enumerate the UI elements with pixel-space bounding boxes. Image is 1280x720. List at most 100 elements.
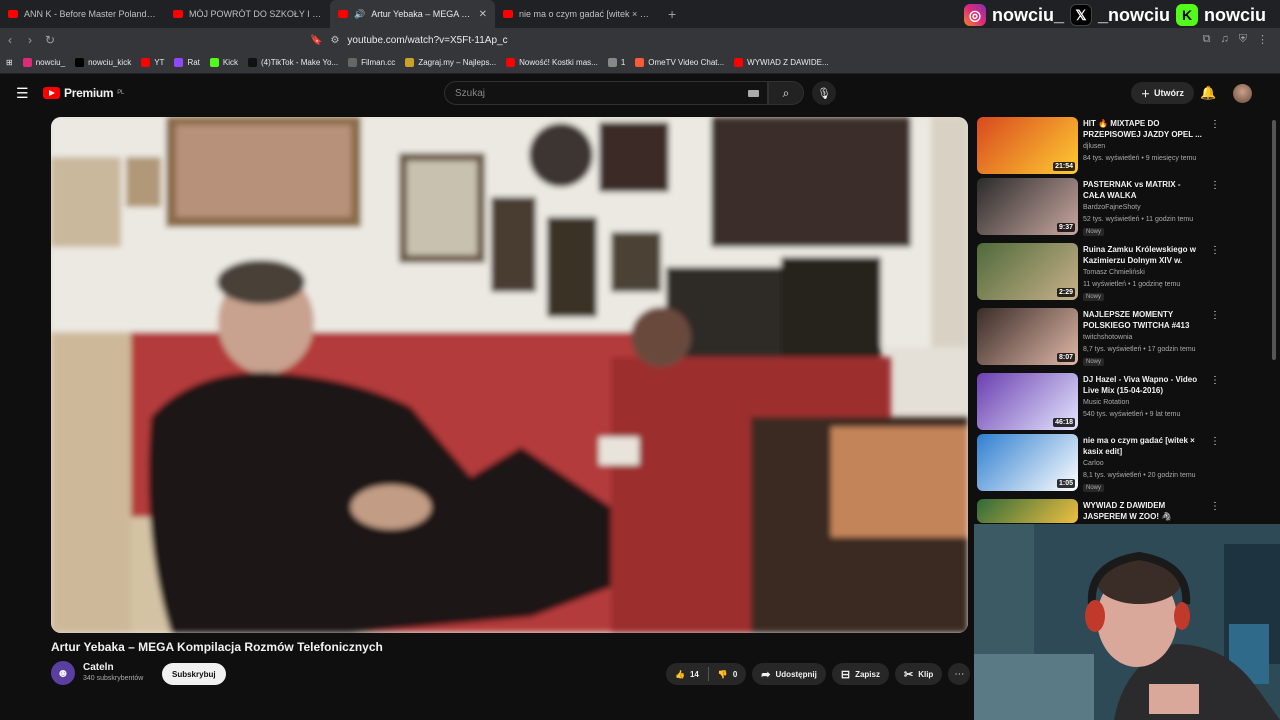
recommendation-title[interactable]: HIT 🔥 MIXTAPE DO PRZEPISOWEJ JAZDY OPEL … — [1083, 118, 1203, 140]
bookmark-favicon-icon — [405, 58, 415, 67]
instagram-icon: ◎ — [963, 4, 986, 26]
like-dislike-group: 👍 14 👎 0 — [666, 663, 747, 685]
recommendation-thumbnail[interactable]: 21:54 — [977, 117, 1078, 174]
recommendation-channel[interactable]: BardzoFajneShoty — [1083, 204, 1141, 211]
reload-icon[interactable]: ↻ — [40, 33, 60, 47]
hamburger-menu-icon[interactable]: ☰ — [16, 85, 29, 102]
forward-icon[interactable]: › — [20, 33, 40, 47]
recommendation-title[interactable]: PASTERNAK vs MATRIX - CAŁA WALKA — [1083, 179, 1203, 201]
recommendation-title[interactable]: nie ma o czym gadać [witek × kasix edit] — [1083, 435, 1203, 457]
browser-tab[interactable]: ANN K - Before Master Poland Dj Ban — [0, 0, 165, 28]
keyboard-icon[interactable] — [748, 90, 759, 97]
recommendation-meta: 8,1 tys. wyświetleń • 20 godzin temu — [1083, 472, 1196, 479]
more-options-icon[interactable]: ⋮ — [1210, 119, 1220, 130]
browser-tab[interactable]: MÓJ POWRÓT DO SZKOŁY I SMUTN — [165, 0, 330, 28]
search-icon: ⌕ — [782, 85, 790, 100]
bookmark-item[interactable]: Zagraj.my – Najleps... — [405, 58, 496, 67]
more-options-icon[interactable]: ⋮ — [1210, 180, 1220, 191]
channel-avatar[interactable]: ☻ — [51, 661, 75, 685]
recommendation-channel[interactable]: Music Rotation — [1083, 399, 1129, 406]
more-options-icon[interactable]: ⋮ — [1210, 436, 1220, 447]
more-options-icon[interactable]: ⋮ — [1210, 245, 1220, 256]
scrollbar[interactable] — [1272, 120, 1276, 360]
channel-name[interactable]: Cateln — [83, 662, 114, 673]
recommendation-title[interactable]: DJ Hazel - Viva Wapno - Video Live Mix (… — [1083, 374, 1203, 396]
thumbs-up-icon: 👍 — [675, 669, 685, 679]
subscribe-button[interactable]: Subskrybuj — [162, 663, 226, 685]
browser-tab[interactable]: nie ma o czym gadać [witek × kasix e — [495, 0, 660, 28]
bookmark-item[interactable]: WYWIAD Z DAWIDE... — [734, 58, 829, 67]
recommendation-channel[interactable]: Tomasz Chmieliński — [1083, 269, 1145, 276]
create-button[interactable]: ＋ Utwórz — [1131, 82, 1195, 104]
bookmark-item[interactable]: 1 — [607, 58, 625, 67]
bookmark-favicon-icon — [141, 58, 151, 67]
site-info-icon[interactable]: ⚙ — [330, 35, 339, 46]
clip-button[interactable]: ✂ Klip — [894, 663, 943, 685]
shield-icon[interactable]: ⛨ — [1239, 33, 1247, 46]
media-icon[interactable]: ♫ — [1221, 33, 1229, 46]
recommendation-thumbnail[interactable]: 8:07 — [977, 308, 1078, 365]
webcam-frame — [974, 524, 1280, 720]
menu-icon[interactable]: ⋮ — [1257, 33, 1268, 46]
save-button[interactable]: ⊟ Zapisz — [831, 663, 889, 685]
recommendation-title[interactable]: Ruina Zamku Królewskiego w Kazimierzu Do… — [1083, 244, 1203, 266]
close-tab-icon[interactable]: ✕ — [479, 9, 487, 20]
recommendation-item[interactable]: 8:07 NAJLEPSZE MOMENTY POLSKIEGO TWITCHA … — [977, 308, 1267, 368]
new-tab-button[interactable]: + — [660, 6, 684, 22]
user-avatar[interactable] — [1233, 84, 1252, 103]
notifications-bell-icon[interactable]: 🔔 — [1200, 85, 1216, 101]
back-icon[interactable]: ‹ — [0, 33, 20, 47]
bookmark-item[interactable]: OmeTV Video Chat... — [635, 58, 724, 67]
apps-icon[interactable]: ⊞ — [6, 58, 13, 67]
bookmark-item[interactable]: Kick — [209, 58, 238, 67]
bookmark-item[interactable]: nowciu_ — [22, 58, 65, 67]
more-options-icon[interactable]: ⋮ — [1210, 310, 1220, 321]
recommendation-item[interactable]: 46:18 DJ Hazel - Viva Wapno - Video Live … — [977, 373, 1267, 433]
bookmark-item[interactable]: (4)TikTok - Make Yo... — [248, 58, 338, 67]
recommendation-channel[interactable]: twitchshotownia — [1083, 334, 1132, 341]
recommendation-item[interactable]: 21:54 HIT 🔥 MIXTAPE DO PRZEPISOWEJ JAZDY … — [977, 117, 1267, 177]
bookmark-favicon-icon — [75, 58, 85, 67]
more-options-icon[interactable]: ⋮ — [1210, 501, 1220, 512]
new-badge: Nowy — [1083, 228, 1105, 236]
more-options-icon[interactable]: ⋮ — [1210, 375, 1220, 386]
youtube-logo[interactable]: Premium PL — [43, 86, 124, 100]
recommendation-title[interactable]: NAJLEPSZE MOMENTY POLSKIEGO TWITCHA #413 — [1083, 309, 1203, 331]
youtube-favicon-icon — [338, 10, 348, 18]
share-button[interactable]: ➦ Udostępnij — [752, 663, 826, 685]
search-button[interactable]: ⌕ — [768, 81, 804, 105]
dislike-button[interactable]: 👎 0 — [709, 670, 746, 679]
bookmark-item[interactable]: Rat — [174, 58, 200, 67]
bookmark-item[interactable]: Filman.cc — [348, 58, 395, 67]
bookmark-icon: ⊟ — [840, 668, 851, 681]
recommendation-thumbnail[interactable]: 1:05 — [977, 434, 1078, 491]
bookmark-item[interactable]: nowciu_kick — [75, 58, 131, 67]
bookmark-item[interactable]: YT — [141, 58, 164, 67]
url-text[interactable]: youtube.com/watch?v=X5Ft-11Ap_c — [347, 35, 507, 46]
more-actions-button[interactable]: ⋯ — [948, 663, 971, 685]
new-badge: Nowy — [1083, 293, 1105, 301]
search-input[interactable]: Szukaj — [444, 81, 768, 105]
voice-search-button[interactable]: 🎙 — [812, 81, 836, 105]
bookmark-icon[interactable]: 🔖 — [310, 35, 322, 46]
recommendation-thumbnail[interactable] — [977, 499, 1078, 523]
video-player[interactable] — [51, 117, 968, 633]
recommendation-title[interactable]: WYWIAD Z DAWIDEM JASPEREM W ZOO! 🦓 — [1083, 500, 1203, 522]
duration-badge: 46:18 — [1053, 418, 1075, 427]
browser-tab-active[interactable]: 🔊Artur Yebaka – MEGA Kompil✕ — [330, 0, 495, 28]
recommendation-item[interactable]: 1:05 nie ma o czym gadać [witek × kasix e… — [977, 434, 1267, 494]
video-frame — [51, 117, 968, 633]
omnibox[interactable]: 🔖 ⚙ youtube.com/watch?v=X5Ft-11Ap_c — [310, 35, 508, 46]
recommendation-thumbnail[interactable]: 46:18 — [977, 373, 1078, 430]
recommendation-channel[interactable]: djlusen — [1083, 143, 1105, 150]
kick-handle: nowciu — [1204, 4, 1266, 25]
recommendation-item[interactable]: 2:29 Ruina Zamku Królewskiego w Kazimierz… — [977, 243, 1267, 303]
bookmark-item[interactable]: Nowość! Kostki mas... — [506, 58, 598, 67]
youtube-play-icon — [43, 87, 60, 99]
recommendation-thumbnail[interactable]: 9:37 — [977, 178, 1078, 235]
recommendation-thumbnail[interactable]: 2:29 — [977, 243, 1078, 300]
like-button[interactable]: 👍 14 — [666, 670, 708, 679]
recommendation-channel[interactable]: Carloo — [1083, 460, 1104, 467]
extension-icon[interactable]: ⧉ — [1203, 33, 1211, 46]
recommendation-item[interactable]: 9:37 PASTERNAK vs MATRIX - CAŁA WALKA Bard… — [977, 178, 1267, 238]
